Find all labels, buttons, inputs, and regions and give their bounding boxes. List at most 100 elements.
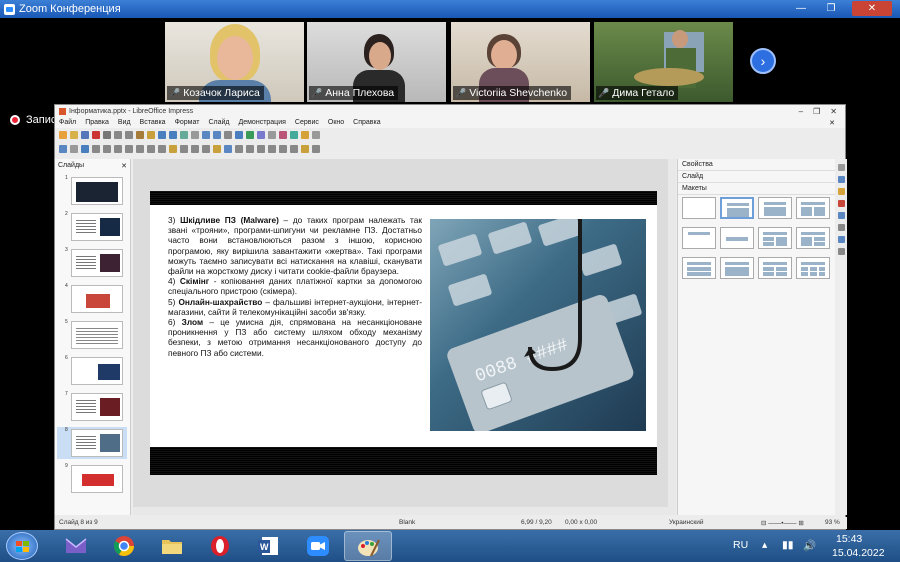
navigator-icon[interactable] bbox=[837, 248, 845, 255]
zoom-level[interactable]: 93 % bbox=[825, 519, 840, 526]
styles-icon[interactable] bbox=[837, 224, 845, 231]
input-language[interactable]: RU bbox=[733, 539, 748, 551]
arrange-icon[interactable] bbox=[257, 145, 265, 153]
participant-tile[interactable]: 🎤 Дима Гетало bbox=[594, 22, 733, 102]
flowchart-icon[interactable] bbox=[191, 145, 199, 153]
display-grid-icon[interactable] bbox=[202, 131, 210, 139]
hyperlink-icon[interactable] bbox=[290, 131, 298, 139]
filter-icon[interactable] bbox=[301, 145, 309, 153]
gallery-icon[interactable] bbox=[837, 236, 845, 243]
fill-color-icon[interactable] bbox=[81, 145, 89, 153]
layout-vertical[interactable] bbox=[720, 257, 754, 279]
taskbar-app[interactable] bbox=[52, 531, 100, 561]
menu-slide[interactable]: Слайд bbox=[208, 119, 229, 126]
menu-help[interactable]: Справка bbox=[353, 119, 380, 126]
slide-section-header[interactable]: Слайд bbox=[678, 171, 835, 183]
slide-transition-icon[interactable] bbox=[837, 188, 845, 195]
start-button[interactable] bbox=[6, 532, 38, 560]
zoom-slider[interactable]: ⊟ ——•—— ⊞ bbox=[761, 519, 804, 527]
participant-tile[interactable]: 🎤 Анна Плехова bbox=[307, 22, 446, 102]
slide-thumbnail[interactable]: 9 bbox=[57, 463, 127, 495]
animation-icon[interactable] bbox=[837, 200, 845, 207]
helplines-icon[interactable] bbox=[213, 131, 221, 139]
slide-thumbnail[interactable]: 3 bbox=[57, 247, 127, 279]
slide-edit-area[interactable]: 3) Шкідливе ПЗ (Malware) – до таких прог… bbox=[133, 159, 676, 515]
layouts-section-header[interactable]: Макеты bbox=[678, 183, 835, 195]
layout-title-only[interactable] bbox=[682, 227, 716, 249]
master-slides-icon[interactable] bbox=[837, 212, 845, 219]
layout-title-content-2[interactable] bbox=[758, 197, 792, 219]
table-icon[interactable] bbox=[235, 131, 243, 139]
find-icon[interactable] bbox=[180, 131, 188, 139]
slide-thumbnail[interactable]: 4 bbox=[57, 283, 127, 315]
taskbar-app[interactable] bbox=[100, 531, 148, 561]
rotate-icon[interactable] bbox=[235, 145, 243, 153]
rectangle-icon[interactable] bbox=[103, 145, 111, 153]
recording-indicator[interactable]: Запис bbox=[10, 114, 56, 126]
menu-window[interactable]: Окно bbox=[328, 119, 344, 126]
points-icon[interactable] bbox=[312, 145, 320, 153]
layout-blank[interactable] bbox=[682, 197, 716, 219]
undo-icon[interactable] bbox=[158, 131, 166, 139]
network-icon[interactable]: ▮▮ bbox=[782, 539, 794, 551]
zoom-icon[interactable] bbox=[224, 131, 232, 139]
clock-time[interactable]: 15:43 bbox=[836, 533, 862, 545]
master-slide-icon[interactable] bbox=[312, 131, 320, 139]
connector-icon[interactable] bbox=[147, 145, 155, 153]
start-slideshow-icon[interactable] bbox=[301, 131, 309, 139]
shadow-icon[interactable] bbox=[279, 145, 287, 153]
select-icon[interactable] bbox=[59, 145, 67, 153]
curve-icon[interactable] bbox=[136, 145, 144, 153]
symbol-shapes-icon[interactable] bbox=[169, 145, 177, 153]
text-box-icon[interactable] bbox=[268, 131, 276, 139]
chart-icon[interactable] bbox=[257, 131, 265, 139]
layout-title-content[interactable] bbox=[720, 197, 754, 219]
export-pdf-icon[interactable] bbox=[92, 131, 100, 139]
block-arrows-icon[interactable] bbox=[180, 145, 188, 153]
cut-icon[interactable] bbox=[114, 131, 122, 139]
basic-shapes-icon[interactable] bbox=[158, 145, 166, 153]
distribute-icon[interactable] bbox=[268, 145, 276, 153]
new-icon[interactable] bbox=[59, 131, 67, 139]
tray-arrow-icon[interactable]: ▴ bbox=[762, 539, 767, 551]
taskbar-app[interactable] bbox=[196, 531, 244, 561]
layout-four-content[interactable] bbox=[758, 257, 792, 279]
image-icon[interactable] bbox=[246, 131, 254, 139]
close-button[interactable]: ✕ bbox=[852, 1, 892, 16]
spelling-icon[interactable] bbox=[191, 131, 199, 139]
slide-thumbnail[interactable]: 1 bbox=[57, 175, 127, 207]
menu-slideshow[interactable]: Демонстрация bbox=[238, 119, 285, 126]
fontwork-icon[interactable] bbox=[279, 131, 287, 139]
maximize-button[interactable]: ❐ bbox=[818, 1, 844, 16]
taskbar-app[interactable] bbox=[294, 531, 342, 561]
taskbar-app[interactable]: W bbox=[244, 531, 292, 561]
properties-tab-icon[interactable] bbox=[837, 176, 845, 183]
save-icon[interactable] bbox=[81, 131, 89, 139]
layout-two-content[interactable] bbox=[796, 197, 830, 219]
menu-view[interactable]: Вид bbox=[118, 119, 131, 126]
paste-icon[interactable] bbox=[136, 131, 144, 139]
3d-objects-icon[interactable] bbox=[224, 145, 232, 153]
clock-date[interactable]: 15.04.2022 bbox=[832, 547, 885, 559]
phishing-hook-image[interactable]: 0088 #### bbox=[430, 219, 646, 431]
lo-maximize-button[interactable]: ❐ bbox=[813, 107, 820, 116]
print-icon[interactable] bbox=[103, 131, 111, 139]
vertical-scrollbar[interactable] bbox=[668, 159, 676, 515]
slide-thumbnail[interactable]: 7 bbox=[57, 391, 127, 423]
language-status[interactable]: Украинский bbox=[669, 519, 704, 526]
arrow-icon[interactable] bbox=[125, 145, 133, 153]
horizontal-scrollbar[interactable] bbox=[133, 507, 676, 515]
line-icon[interactable] bbox=[92, 145, 100, 153]
clone-formatting-icon[interactable] bbox=[147, 131, 155, 139]
participant-tile[interactable]: 🎤 Козачок Лариса bbox=[165, 22, 304, 102]
taskbar-app-active[interactable] bbox=[344, 531, 392, 561]
layout-content-2[interactable] bbox=[796, 227, 830, 249]
menu-format[interactable]: Формат bbox=[175, 119, 200, 126]
redo-icon[interactable] bbox=[169, 131, 177, 139]
align-icon[interactable] bbox=[246, 145, 254, 153]
ellipse-icon[interactable] bbox=[114, 145, 122, 153]
slide-thumbnail[interactable]: 6 bbox=[57, 355, 127, 387]
lo-close-button[interactable]: ✕ bbox=[830, 107, 837, 116]
menu-file[interactable]: Файл bbox=[59, 119, 76, 126]
taskbar-app[interactable] bbox=[148, 531, 196, 561]
